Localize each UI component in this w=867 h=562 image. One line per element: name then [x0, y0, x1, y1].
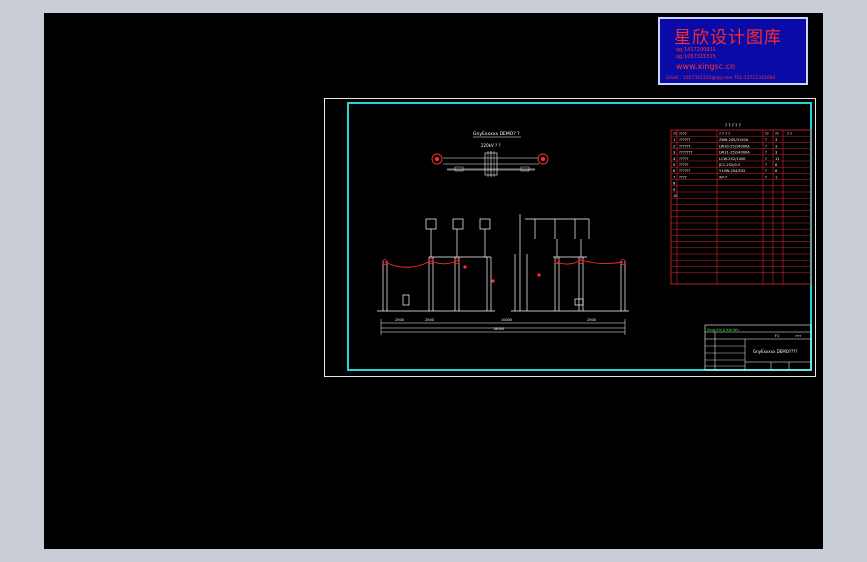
bom-cell: 9 — [673, 188, 676, 192]
title-block-sheet: F1 — [775, 334, 779, 338]
bom-cell: ? — [765, 175, 767, 179]
drawing-canvas: GnyExxxxx DEMO? ? 220kV ? ? 2500 2500 10… — [377, 123, 812, 371]
bom-cell: 3 — [775, 144, 777, 148]
watermark-title: 星欣设计图库 — [674, 28, 782, 48]
bom-cell: Y10W-204/532 — [719, 169, 745, 173]
drawing-sheet[interactable]: GnyExxxxx DEMO? ? 220kV ? ? 2500 2500 10… — [324, 98, 816, 377]
bom-cell: 3 — [775, 138, 777, 142]
bom-header-cell: ???? — [679, 132, 687, 136]
bom-cell: LW30-252/4000A — [719, 144, 750, 148]
bom-cell: LCW-252/1000 — [719, 157, 746, 161]
plan-view: GnyExxxxx DEMO? ? 220kV ? ? — [431, 131, 549, 177]
watermark-url: www.xingsc.cn — [676, 62, 736, 71]
title-block-drawing-name: GnyExxxxx DEMO???? — [753, 349, 797, 354]
title-block: Xing Xin Ji Xie Wu F1 ???? GnyExxxxx DEM… — [704, 324, 812, 371]
dim-center: 10000 — [501, 318, 512, 322]
bom-cell: ????? — [679, 157, 689, 161]
watermark-footer: Email : 1057315315@qq.com TEL:1371134200… — [666, 76, 776, 81]
plan-label: 220kV ? ? — [481, 143, 500, 148]
bom-cell: 4 — [673, 157, 676, 161]
dim-total: 18000 — [493, 327, 504, 331]
bom-cell: 2 — [673, 144, 675, 148]
bom-cell: 12 — [775, 157, 780, 161]
bom-cell: ?????? — [679, 169, 691, 173]
bom-cell: XP-7 — [719, 175, 727, 179]
cad-viewport[interactable]: 星欣设计图库 qq:1417200931 qq:1057315315 www.x… — [44, 13, 823, 549]
bom-cell: 3 — [673, 151, 675, 155]
bom-cell: 6 — [775, 163, 778, 167]
bom-cell: ? — [765, 163, 767, 167]
bom-header-cell: ? ? ? ? — [719, 132, 730, 136]
bom-cell: ? — [765, 138, 767, 142]
bom-cell: 6 — [775, 169, 778, 173]
title-block-company: Xing Xin Ji Xie Wu — [707, 328, 739, 332]
bom-header-cell: ?? — [673, 132, 677, 136]
title-block-scale: ???? — [795, 334, 802, 338]
section-title: GnyExxxxx DEMO? ? — [473, 131, 520, 137]
dim-right: 2500 — [587, 318, 596, 322]
dim-left2: 2500 — [425, 318, 434, 322]
bom-cell: 3 — [775, 151, 777, 155]
bom-cell: JCC-252/0.5 — [718, 163, 740, 167]
bom-cell: ? — [765, 169, 767, 173]
bom-cell: ?????? — [679, 144, 691, 148]
bom-header-cell: ?? — [775, 132, 779, 136]
watermark-qq2: qq:1057315315 — [676, 54, 716, 60]
dim-left: 2500 — [395, 318, 404, 322]
bom-caption: ? ? ? ? ? — [725, 123, 741, 128]
bom-cell: ? — [765, 157, 767, 161]
bom-cell: ???? — [679, 175, 687, 179]
bom-cell: 1 — [673, 138, 675, 142]
material-table: ? ? ? ? ? 1?????? ZW6-245/3150A? 32?????? L… — [670, 123, 812, 285]
bom-cell: LW31-252/4000A — [719, 151, 750, 155]
bom-cell: ??????? — [679, 151, 692, 155]
watermark-qq1: qq:1417200931 — [676, 47, 716, 53]
bom-cell: 7 — [673, 175, 675, 179]
bom-cell: ????? — [679, 163, 689, 167]
bom-header-cell: ? ? — [787, 132, 792, 136]
bom-cell: ? — [765, 144, 767, 148]
bom-cell: 8 — [673, 182, 676, 186]
elevation-view: 2500 2500 10000 2500 18000 — [377, 214, 629, 335]
bom-header-cell: ?? — [765, 132, 769, 136]
bom-cell: 6 — [673, 169, 676, 173]
watermark-logo: 星欣设计图库 qq:1417200931 qq:1057315315 www.x… — [658, 17, 808, 85]
bom-cell: ? — [765, 151, 767, 155]
bom-cell: ZW6-245/3150A — [719, 138, 749, 142]
bom-cell: 5 — [673, 163, 675, 167]
bom-cell: 1 — [775, 175, 777, 179]
bom-cell: 10 — [673, 194, 678, 198]
bom-cell: ?????? — [679, 138, 691, 142]
